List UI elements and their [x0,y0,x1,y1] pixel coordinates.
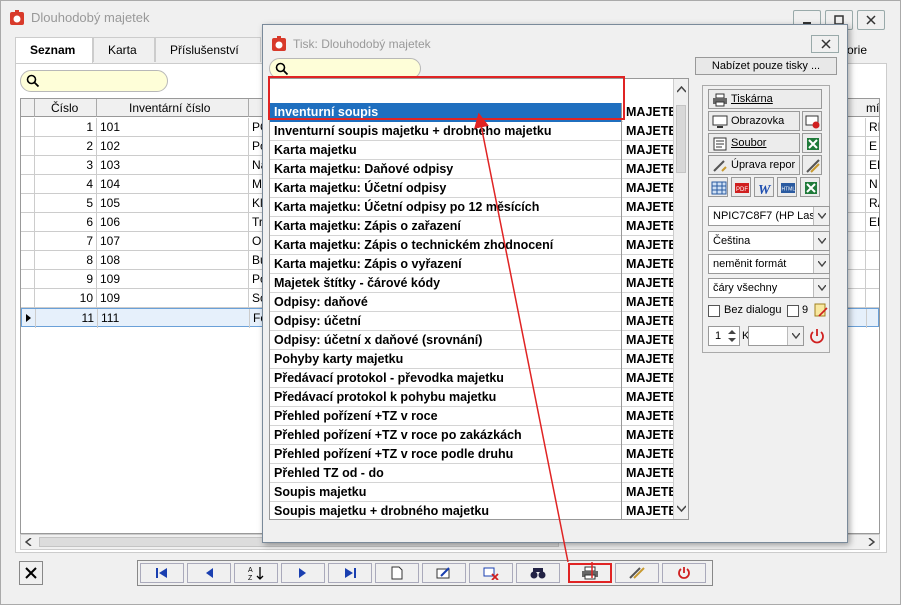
arrow-to-list [474,112,569,563]
annotation-arrows [474,112,593,578]
